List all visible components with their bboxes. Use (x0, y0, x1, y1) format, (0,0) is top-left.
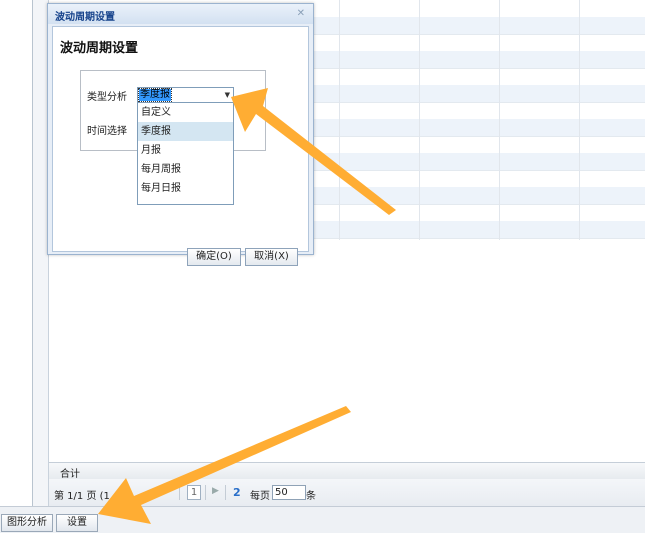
settings-button[interactable]: 设置 (56, 514, 98, 532)
dropdown-option-quarterly[interactable]: 季度报 (138, 122, 233, 141)
grid-column-divider (499, 0, 500, 240)
dropdown-option-monthly[interactable]: 月报 (138, 141, 233, 160)
current-page-input[interactable]: 1 (187, 485, 201, 500)
pager-separator (179, 485, 180, 500)
type-analysis-select[interactable]: 季度报 ▼ (137, 87, 234, 103)
dialog-body: 波动周期设置 类型分析 时间选择 季度报 ▼ 自定义 季度报 月报 每月周报 每… (52, 26, 309, 266)
grid-column-divider (579, 0, 580, 240)
pagination-bar: 第 1/1 页 (1 1 ▶ 2 每页 50 条 (49, 479, 645, 506)
dialog-heading: 波动周期设置 (60, 41, 139, 56)
dropdown-option-monthly-weekly[interactable]: 每月周报 (138, 160, 233, 179)
grid-column-divider (419, 0, 420, 240)
grid-column-divider (339, 0, 340, 240)
per-page-unit: 条 (306, 491, 316, 502)
chart-analysis-button[interactable]: 图形分析 (1, 514, 53, 532)
per-page-label: 每页 (250, 491, 270, 502)
page-size-input[interactable]: 50 (272, 485, 306, 500)
close-icon[interactable]: ✕ (297, 8, 305, 19)
bottom-toolbar: 图形分析 设置 (0, 506, 645, 533)
next-page-icon[interactable]: ▶ (212, 486, 219, 496)
cancel-button[interactable]: 取消(X) (245, 248, 298, 266)
chevron-down-icon[interactable]: ▼ (225, 89, 230, 101)
select-value: 季度报 (138, 88, 172, 102)
time-select-label: 时间选择 (87, 126, 127, 137)
pager-separator (225, 485, 226, 500)
total-row: 合计 (49, 462, 645, 480)
type-analysis-label: 类型分析 (87, 92, 127, 103)
refresh-icon[interactable]: 2 (233, 486, 241, 499)
dialog-title: 波动周期设置 (55, 12, 115, 23)
dropdown-option-custom[interactable]: 自定义 (138, 103, 233, 122)
pager-separator (205, 485, 206, 500)
total-label: 合计 (60, 469, 80, 480)
left-panel (0, 0, 33, 506)
dropdown-option-monthly-daily[interactable]: 每月日报 (138, 179, 233, 198)
ok-button[interactable]: 确定(O) (187, 248, 241, 266)
dialog-titlebar[interactable]: 波动周期设置 ✕ (48, 4, 313, 24)
page-info: 第 1/1 页 (1 (54, 491, 110, 502)
wave-period-dialog: 波动周期设置 ✕ 波动周期设置 类型分析 时间选择 季度报 ▼ 自定义 季度报 … (47, 3, 314, 266)
type-dropdown-list: 自定义 季度报 月报 每月周报 每月日报 (137, 102, 234, 205)
